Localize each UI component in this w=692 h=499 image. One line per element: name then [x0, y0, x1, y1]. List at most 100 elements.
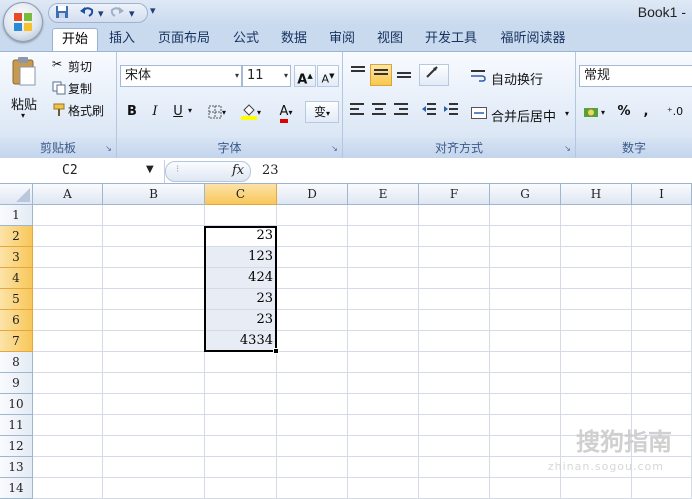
cell-a1[interactable] [33, 205, 103, 226]
cell-d6[interactable] [277, 310, 348, 331]
cell-h1[interactable] [561, 205, 632, 226]
cell-f14[interactable] [419, 478, 490, 499]
cell-i6[interactable] [632, 310, 692, 331]
cell-c13[interactable] [205, 457, 277, 478]
font-dialog-launcher-icon[interactable]: ↘ [330, 144, 339, 153]
align-top-button[interactable] [347, 64, 369, 86]
cell-a14[interactable] [33, 478, 103, 499]
cell-f5[interactable] [419, 289, 490, 310]
cell-d1[interactable] [277, 205, 348, 226]
row-header-3[interactable]: 3 [0, 247, 33, 268]
column-header-h[interactable]: H [561, 184, 632, 205]
cell-i3[interactable] [632, 247, 692, 268]
decrease-indent-button[interactable] [419, 101, 439, 123]
name-box[interactable]: C2 ▼ [0, 160, 165, 183]
cell-f2[interactable] [419, 226, 490, 247]
cell-d5[interactable] [277, 289, 348, 310]
cell-b1[interactable] [103, 205, 205, 226]
cell-f8[interactable] [419, 352, 490, 373]
cell-f3[interactable] [419, 247, 490, 268]
cell-i2[interactable] [632, 226, 692, 247]
cell-e7[interactable] [348, 331, 419, 352]
tab-review[interactable]: 审阅 [322, 28, 362, 51]
cell-h8[interactable] [561, 352, 632, 373]
cell-a8[interactable] [33, 352, 103, 373]
cell-a4[interactable] [33, 268, 103, 289]
clipboard-dialog-launcher-icon[interactable]: ↘ [104, 144, 113, 153]
cell-g9[interactable] [490, 373, 561, 394]
cell-g6[interactable] [490, 310, 561, 331]
cell-g8[interactable] [490, 352, 561, 373]
cell-h3[interactable] [561, 247, 632, 268]
row-header-13[interactable]: 13 [0, 457, 33, 478]
tab-foxit-reader[interactable]: 福昕阅读器 [492, 28, 574, 51]
cell-b14[interactable] [103, 478, 205, 499]
cell-e14[interactable] [348, 478, 419, 499]
cell-d13[interactable] [277, 457, 348, 478]
redo-icon[interactable] [109, 5, 125, 23]
underline-dropdown-icon[interactable]: ▾ [188, 106, 192, 115]
cell-a7[interactable] [33, 331, 103, 352]
cell-f4[interactable] [419, 268, 490, 289]
row-header-7[interactable]: 7 [0, 331, 33, 352]
tab-home[interactable]: 开始 [52, 28, 98, 52]
cell-b9[interactable] [103, 373, 205, 394]
cell-d2[interactable] [277, 226, 348, 247]
redo-dropdown-icon[interactable]: ▾ [129, 5, 135, 23]
merge-dropdown-icon[interactable]: ▾ [565, 109, 569, 118]
cell-i10[interactable] [632, 394, 692, 415]
cell-c11[interactable] [205, 415, 277, 436]
cell-i14[interactable] [632, 478, 692, 499]
cell-c10[interactable] [205, 394, 277, 415]
cell-d11[interactable] [277, 415, 348, 436]
cell-a3[interactable] [33, 247, 103, 268]
cell-i8[interactable] [632, 352, 692, 373]
underline-button[interactable]: U [168, 101, 188, 123]
cell-c6[interactable]: 23 [205, 310, 277, 331]
cell-e12[interactable] [348, 436, 419, 457]
percent-style-button[interactable]: % [614, 101, 634, 123]
save-icon[interactable] [55, 5, 69, 23]
row-header-6[interactable]: 6 [0, 310, 33, 331]
cell-a5[interactable] [33, 289, 103, 310]
alignment-dialog-launcher-icon[interactable]: ↘ [563, 144, 572, 153]
row-header-4[interactable]: 4 [0, 268, 33, 289]
cell-a9[interactable] [33, 373, 103, 394]
cell-a11[interactable] [33, 415, 103, 436]
cell-g11[interactable] [490, 415, 561, 436]
cell-g3[interactable] [490, 247, 561, 268]
cell-h4[interactable] [561, 268, 632, 289]
cell-d14[interactable] [277, 478, 348, 499]
cell-h9[interactable] [561, 373, 632, 394]
insert-function-button[interactable]: fx [232, 163, 244, 178]
tab-data[interactable]: 数据 [274, 28, 314, 51]
fill-color-button[interactable]: ▾ [235, 101, 267, 123]
row-header-8[interactable]: 8 [0, 352, 33, 373]
column-header-a[interactable]: A [33, 184, 103, 205]
font-name-select[interactable]: 宋体 ▾ [120, 65, 242, 87]
cell-c9[interactable] [205, 373, 277, 394]
cell-b8[interactable] [103, 352, 205, 373]
cell-f9[interactable] [419, 373, 490, 394]
cell-e4[interactable] [348, 268, 419, 289]
align-center-button[interactable] [369, 101, 389, 123]
cell-d7[interactable] [277, 331, 348, 352]
format-painter-button[interactable]: 格式刷 [52, 101, 114, 119]
cell-b11[interactable] [103, 415, 205, 436]
cell-c7[interactable]: 4334 [205, 331, 277, 352]
cell-e11[interactable] [348, 415, 419, 436]
cell-g5[interactable] [490, 289, 561, 310]
cell-c1[interactable] [205, 205, 277, 226]
column-header-e[interactable]: E [348, 184, 419, 205]
cell-h14[interactable] [561, 478, 632, 499]
cell-a10[interactable] [33, 394, 103, 415]
comma-style-button[interactable]: , [638, 101, 654, 123]
cell-f7[interactable] [419, 331, 490, 352]
grow-font-button[interactable]: A▲ [294, 65, 316, 87]
paste-button[interactable]: 粘贴 ▾ [8, 56, 40, 120]
undo-icon[interactable] [79, 5, 95, 23]
row-header-9[interactable]: 9 [0, 373, 33, 394]
font-size-select[interactable]: 11 ▾ [242, 65, 291, 87]
cell-g12[interactable] [490, 436, 561, 457]
cell-c2[interactable]: 23 [205, 226, 277, 247]
